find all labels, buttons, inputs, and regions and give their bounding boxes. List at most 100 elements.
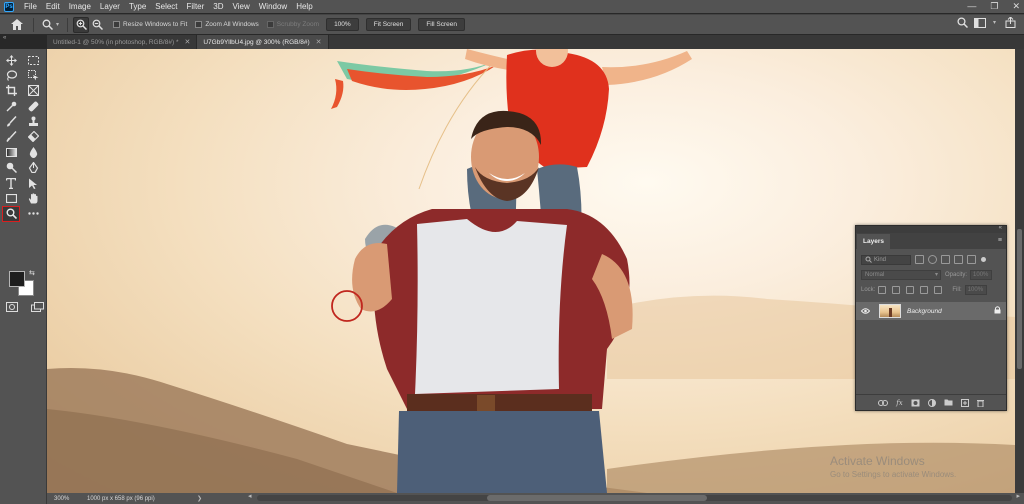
fx-icon[interactable]: fx (896, 399, 903, 407)
lock-transparent-icon[interactable] (878, 285, 887, 294)
scroll-right-icon[interactable]: ▸ (1016, 492, 1020, 500)
history-brush-tool[interactable] (3, 130, 19, 144)
tab-untitled-1[interactable]: Untitled-1 @ 50% (in photoshop, RGB/8#) … (47, 35, 198, 49)
link-layers-icon[interactable] (878, 399, 889, 406)
close-button[interactable]: ✕ (1012, 2, 1020, 11)
menu-type[interactable]: Type (129, 2, 146, 11)
menu-help[interactable]: Help (296, 2, 312, 11)
new-layer-icon[interactable] (960, 398, 969, 407)
folder-icon[interactable] (944, 399, 953, 406)
adjustment-layer-icon[interactable] (927, 398, 936, 407)
zoom-all-windows-checkbox[interactable]: Zoom All Windows (195, 21, 259, 28)
fill-screen-button[interactable]: Fill Screen (418, 18, 466, 31)
eyedropper-tool[interactable] (3, 99, 19, 113)
panel-menu-icon[interactable]: ≡ (998, 237, 1002, 244)
checkbox-box[interactable] (266, 21, 274, 28)
menu-window[interactable]: Window (259, 2, 287, 11)
menu-select[interactable]: Select (155, 2, 177, 11)
dodge-tool[interactable] (3, 161, 19, 175)
stamp-tool[interactable] (25, 115, 41, 129)
horizontal-scrollbar[interactable]: ◂ ▸ (248, 493, 1020, 501)
menu-view[interactable]: View (233, 2, 250, 11)
hand-tool[interactable] (25, 192, 41, 206)
foreground-color-swatch[interactable] (9, 271, 25, 287)
crop-tool[interactable] (3, 84, 19, 98)
adjustment-filter-icon[interactable] (928, 255, 937, 264)
tab-layers[interactable]: Layers (857, 234, 890, 249)
blend-mode-select[interactable]: Normal ▾ (861, 269, 941, 280)
zoom-level-readout[interactable]: 300% (47, 496, 87, 502)
lasso-tool[interactable] (3, 68, 19, 82)
ellipsis-icon (27, 212, 39, 216)
object-select-tool[interactable] (25, 68, 41, 82)
status-menu-arrow-icon[interactable]: ❯ (197, 495, 202, 502)
zoom-out-button[interactable] (89, 17, 105, 33)
quick-mask-icon[interactable] (6, 302, 18, 312)
menu-edit[interactable]: Edit (46, 2, 60, 11)
collapse-toolbar-icon[interactable]: « (3, 35, 6, 41)
horizontal-scroll-thumb[interactable] (487, 495, 707, 501)
resize-windows-checkbox[interactable]: Resize Windows to Fit (113, 21, 187, 28)
menu-file[interactable]: File (24, 2, 37, 11)
vertical-scroll-thumb[interactable] (1017, 229, 1022, 369)
path-select-tool[interactable] (25, 176, 41, 190)
blur-tool[interactable] (25, 145, 41, 159)
scrubby-zoom-checkbox[interactable]: Scrubby Zoom (266, 21, 319, 28)
trash-icon[interactable] (976, 399, 984, 407)
minimize-button[interactable]: — (967, 2, 976, 11)
menu-image[interactable]: Image (69, 2, 91, 11)
collapse-panel-icon[interactable]: « (999, 225, 1002, 231)
checkbox-box[interactable] (113, 21, 121, 28)
type-filter-icon[interactable] (941, 255, 950, 264)
more-tools[interactable] (25, 207, 41, 221)
pen-tool[interactable] (25, 161, 41, 175)
fit-screen-button[interactable]: Fit Screen (365, 18, 412, 31)
lock-artboard-icon[interactable] (920, 285, 929, 294)
lock-image-icon[interactable] (892, 285, 901, 294)
brush-tool[interactable] (3, 115, 19, 129)
scroll-left-icon[interactable]: ◂ (248, 492, 252, 500)
lock-position-icon[interactable] (906, 285, 915, 294)
chevron-down-icon[interactable]: ▾ (56, 21, 59, 28)
layer-row-background[interactable]: Background (856, 302, 1006, 320)
rectangle-tool[interactable] (3, 192, 19, 206)
shape-filter-icon[interactable] (954, 255, 963, 264)
chevron-down-icon[interactable]: ▾ (993, 19, 996, 26)
kind-filter-select[interactable]: Kind (861, 254, 911, 265)
opacity-input[interactable]: 100% (970, 269, 993, 280)
lock-all-icon[interactable] (934, 285, 943, 294)
zoom-100-button[interactable]: 100% (326, 18, 359, 31)
filter-toggle-icon[interactable] (981, 257, 986, 262)
type-tool[interactable] (3, 176, 19, 190)
frame-tool[interactable] (25, 84, 41, 98)
close-icon[interactable]: ✕ (184, 38, 190, 46)
zoom-in-button[interactable] (73, 16, 90, 33)
add-mask-icon[interactable] (911, 399, 920, 407)
layer-name[interactable]: Background (907, 308, 994, 315)
home-button[interactable] (6, 17, 28, 33)
pixel-filter-icon[interactable] (915, 255, 924, 264)
zoom-tool[interactable] (2, 205, 20, 222)
menu-filter[interactable]: Filter (187, 2, 205, 11)
tab-u7gb9yllbu4[interactable]: U7Gb9YllbU4.jpg @ 300% (RGB/8#) ✕ (197, 35, 329, 49)
screen-mode-icon[interactable] (31, 302, 44, 312)
vertical-scrollbar[interactable] (1015, 49, 1024, 493)
checkbox-box[interactable] (195, 21, 203, 28)
restore-button[interactable]: ❐ (990, 2, 998, 11)
eraser-tool[interactable] (25, 130, 41, 144)
share-icon[interactable] (1005, 17, 1016, 28)
menu-layer[interactable]: Layer (100, 2, 120, 11)
search-icon[interactable] (957, 17, 968, 28)
move-tool[interactable] (3, 53, 19, 67)
gradient-tool[interactable] (3, 145, 19, 159)
close-icon[interactable]: ✕ (316, 38, 322, 46)
visibility-eye-icon[interactable] (860, 307, 873, 316)
menu-3d[interactable]: 3D (213, 2, 223, 11)
swap-colors-icon[interactable]: ⇆ (29, 269, 35, 277)
workspace-icon[interactable] (973, 17, 986, 28)
fill-input[interactable]: 100% (964, 284, 987, 295)
marquee-tool[interactable] (25, 53, 41, 67)
spot-heal-tool[interactable] (25, 99, 41, 113)
smart-object-filter-icon[interactable] (967, 255, 976, 264)
zoom-preset-button[interactable] (39, 17, 55, 33)
